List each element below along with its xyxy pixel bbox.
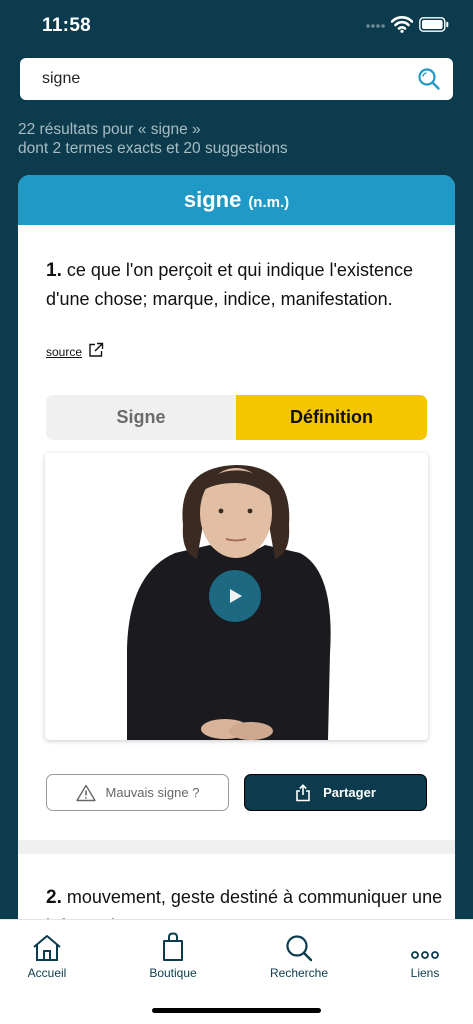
share-button[interactable]: Partager (244, 774, 427, 811)
sign-definition-toggle: Signe Définition (46, 395, 427, 440)
more-dots-icon (410, 930, 440, 962)
external-link-icon[interactable] (88, 342, 104, 358)
play-icon (230, 589, 242, 603)
section-divider (18, 840, 455, 854)
warning-icon (75, 784, 96, 802)
entry-part-of-speech: (n.m.) (248, 193, 290, 211)
results-breakdown: dont 2 termes exacts et 20 suggestions (18, 140, 288, 157)
home-icon (32, 930, 62, 962)
tab-accueil[interactable]: Accueil (0, 930, 97, 980)
entry-term: signe (183, 187, 242, 212)
toggle-sign[interactable]: Signe (46, 395, 236, 440)
share-icon (295, 783, 311, 802)
status-bar: 11:58 (0, 0, 473, 52)
sign-video[interactable] (45, 453, 428, 740)
search-icon (285, 930, 313, 962)
tab-recherche[interactable]: Recherche (249, 930, 349, 980)
cellular-signal-icon (366, 24, 385, 28)
home-indicator (152, 1008, 321, 1013)
source-link[interactable]: source (46, 345, 82, 359)
status-time: 11:58 (42, 15, 92, 36)
share-label: Partager (323, 785, 376, 800)
play-button[interactable] (209, 570, 261, 622)
report-bad-sign-label: Mauvais signe ? (105, 785, 200, 800)
wifi-icon (391, 16, 413, 33)
search-bar (20, 58, 453, 100)
entry-card: signe (n.m.) 1. ce que l'on perçoit et q… (18, 175, 455, 935)
tab-label: Recherche (269, 966, 329, 980)
report-bad-sign-button[interactable]: Mauvais signe ? (46, 774, 229, 811)
tab-label: Accueil (27, 966, 67, 980)
definition-1: 1. ce que l'on perçoit et qui indique l'… (46, 256, 426, 313)
toggle-definition[interactable]: Définition (236, 395, 427, 440)
tab-boutique[interactable]: Boutique (123, 930, 223, 980)
definition-number: 2. (46, 887, 62, 908)
definition-number: 1. (46, 260, 62, 281)
battery-icon (419, 17, 449, 32)
search-icon[interactable] (417, 67, 441, 91)
shopping-bag-icon (162, 930, 184, 962)
tab-liens[interactable]: Liens (375, 930, 473, 980)
search-input[interactable] (42, 58, 422, 100)
definition-text: ce que l'on perçoit et qui indique l'exi… (46, 260, 413, 309)
entry-header: signe (n.m.) (18, 175, 455, 225)
results-count: 22 résultats pour « signe » (18, 121, 201, 138)
tab-label: Liens (410, 966, 440, 980)
results-summary: 22 résultats pour « signe » dont 2 terme… (18, 120, 458, 158)
tab-label: Boutique (149, 966, 197, 980)
